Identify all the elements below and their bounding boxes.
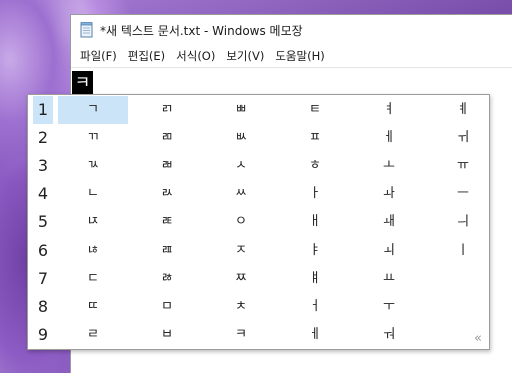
ime-candidate[interactable]: ㅝ xyxy=(354,321,424,349)
ime-candidate[interactable]: ㄼ xyxy=(132,152,202,180)
ime-candidate-row: 2ㄲㄻㅄㅍㅔㅟ xyxy=(28,124,489,152)
ime-candidate[interactable]: ㄸ xyxy=(58,293,128,321)
ime-candidate[interactable]: ㄵ xyxy=(58,208,128,236)
ime-candidate[interactable]: ㅙ xyxy=(354,208,424,236)
chevron-double-right-icon[interactable]: « xyxy=(471,332,485,346)
ime-candidate-row: 7ㄷㅀㅉㅒㅛ xyxy=(28,265,489,293)
ime-candidate[interactable]: ㅣ xyxy=(428,237,498,265)
ime-candidate[interactable]: ㅂ xyxy=(132,321,202,349)
ime-candidate-row: 4ㄴㄽㅆㅏㅘㅡ xyxy=(28,180,489,208)
ime-candidate[interactable]: ㅌ xyxy=(280,96,350,124)
ime-row-number: 3 xyxy=(37,156,49,176)
ime-candidate[interactable]: ㄶ xyxy=(58,237,128,265)
ime-candidate[interactable]: ㅊ xyxy=(206,293,276,321)
ime-candidate[interactable]: ㅕ xyxy=(354,96,424,124)
ime-candidate[interactable]: ㄲ xyxy=(58,124,128,152)
ime-candidate[interactable]: ㅎ xyxy=(280,152,350,180)
ime-candidate[interactable]: ㅋ xyxy=(206,321,276,349)
ime-candidate[interactable]: ㄷ xyxy=(58,265,128,293)
ime-row-number: 2 xyxy=(37,128,49,148)
ime-candidate-row: 1ㄱㄺㅃㅌㅕㅖ xyxy=(28,96,489,124)
ime-candidate[interactable]: ㄿ xyxy=(132,237,202,265)
ime-candidate[interactable]: ㅔ xyxy=(280,321,350,349)
ime-candidate[interactable]: ㅡ xyxy=(428,180,498,208)
ime-candidate-row: 5ㄵㄾㅇㅐㅙㅢ xyxy=(28,208,489,236)
ime-row-number: 8 xyxy=(37,296,49,316)
ime-candidate[interactable]: ㅄ xyxy=(206,124,276,152)
ime-composing-char: ㅋ xyxy=(72,71,93,95)
notepad-icon xyxy=(80,22,94,38)
ime-candidate[interactable]: ㅁ xyxy=(132,293,202,321)
ime-candidate[interactable]: ㅜ xyxy=(354,293,424,321)
ime-candidate[interactable]: ㄹ xyxy=(58,321,128,349)
ime-candidate[interactable]: ㅉ xyxy=(206,265,276,293)
ime-candidate[interactable]: ㅓ xyxy=(280,293,350,321)
menu-format[interactable]: 서식(O) xyxy=(171,46,220,66)
ime-candidate[interactable]: ㅍ xyxy=(280,124,350,152)
ime-candidate[interactable]: ㄾ xyxy=(132,208,202,236)
ime-candidate[interactable]: ㄴ xyxy=(58,180,128,208)
ime-candidate[interactable]: ㅗ xyxy=(354,152,424,180)
window-title: *새 텍스트 문서.txt - Windows 메모장 xyxy=(100,23,303,38)
ime-candidate[interactable]: ㅑ xyxy=(280,237,350,265)
menu-edit[interactable]: 편집(E) xyxy=(123,46,170,66)
ime-candidate[interactable]: ㅘ xyxy=(354,180,424,208)
ime-candidate[interactable]: ㅚ xyxy=(354,237,424,265)
ime-candidate[interactable]: ㅐ xyxy=(280,208,350,236)
ime-candidate[interactable]: ㅠ xyxy=(428,152,498,180)
menu-help[interactable]: 도움말(H) xyxy=(270,46,329,66)
ime-candidate[interactable]: ㄻ xyxy=(132,124,202,152)
ime-row-number: 6 xyxy=(37,240,49,260)
ime-candidate[interactable]: ㄱ xyxy=(58,96,128,124)
ime-candidate[interactable]: ㅔ xyxy=(354,124,424,152)
ime-candidate[interactable]: ㅀ xyxy=(132,265,202,293)
ime-candidate[interactable]: ㄺ xyxy=(132,96,202,124)
ime-row-number: 4 xyxy=(37,184,49,204)
ime-candidate[interactable]: ㅆ xyxy=(206,180,276,208)
ime-row-number: 7 xyxy=(37,268,49,288)
ime-candidate-row: 9ㄹㅂㅋㅔㅝ xyxy=(28,321,489,349)
ime-candidate[interactable]: ㅅ xyxy=(206,152,276,180)
ime-candidate[interactable]: ㅖ xyxy=(428,96,498,124)
ime-candidate-row: 8ㄸㅁㅊㅓㅜ xyxy=(28,293,489,321)
ime-row-number: 9 xyxy=(37,324,49,344)
ime-candidate[interactable]: ㅛ xyxy=(354,265,424,293)
menu-file[interactable]: 파일(F) xyxy=(75,46,122,66)
ime-candidate[interactable]: ㅇ xyxy=(206,208,276,236)
ime-candidate[interactable]: ㅈ xyxy=(206,237,276,265)
ime-candidate[interactable]: ㅒ xyxy=(280,265,350,293)
ime-candidate[interactable]: ㅃ xyxy=(206,96,276,124)
ime-row-number: 5 xyxy=(37,212,49,232)
ime-candidate[interactable]: ㅢ xyxy=(428,208,498,236)
ime-candidate-row: 6ㄶㄿㅈㅑㅚㅣ xyxy=(28,237,489,265)
ime-row-number: 1 xyxy=(33,96,53,124)
ime-candidate[interactable]: ㅟ xyxy=(428,124,498,152)
menu-view[interactable]: 보기(V) xyxy=(221,46,269,66)
title-bar[interactable]: *새 텍스트 문서.txt - Windows 메모장 xyxy=(71,15,512,45)
ime-candidate-row: 3ㄳㄼㅅㅎㅗㅠ xyxy=(28,152,489,180)
ime-candidate[interactable]: ㅏ xyxy=(280,180,350,208)
ime-candidate[interactable]: ㄽ xyxy=(132,180,202,208)
ime-candidate-window: 1ㄱㄺㅃㅌㅕㅖ2ㄲㄻㅄㅍㅔㅟ3ㄳㄼㅅㅎㅗㅠ4ㄴㄽㅆㅏㅘㅡ5ㄵㄾㅇㅐㅙㅢ6ㄶㄿㅈㅑ… xyxy=(27,94,490,350)
ime-candidate[interactable]: ㄳ xyxy=(58,152,128,180)
menu-bar: 파일(F) 편집(E) 서식(O) 보기(V) 도움말(H) xyxy=(71,45,512,67)
